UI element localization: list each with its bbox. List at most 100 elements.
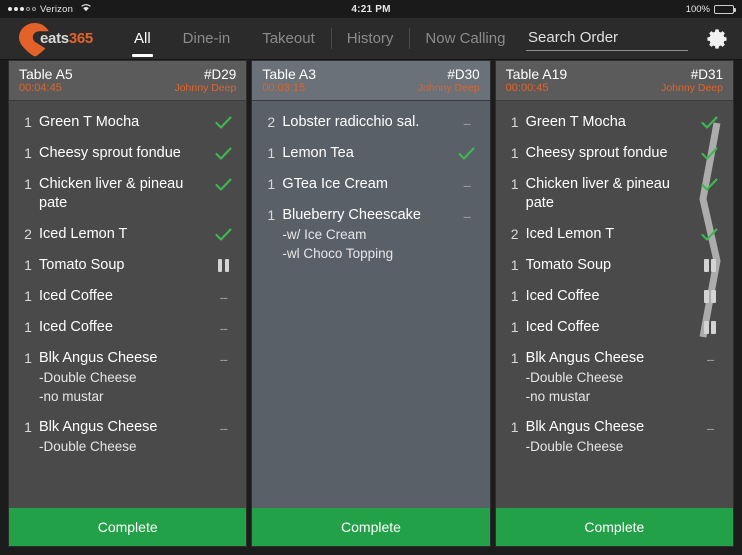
eats365-logo: eats365 <box>0 21 118 57</box>
item-status[interactable]: -- <box>210 349 236 366</box>
order-item-row[interactable]: 1 Iced Coffee -- <box>9 312 246 343</box>
complete-button[interactable]: Complete <box>252 508 490 546</box>
item-names: Lobster radicchio sal. <box>282 113 453 132</box>
item-names: Iced Coffee <box>526 318 697 337</box>
item-status[interactable] <box>697 287 723 303</box>
ticket-item-list[interactable]: 1 Green T Mocha 1 Cheesy sprout fondue 1 Chic… <box>496 101 733 508</box>
clock: 4:21 PM <box>351 3 391 15</box>
item-names: Lemon Tea <box>282 144 453 163</box>
order-item-row[interactable]: 1 Blk Angus Cheese -Double Cheese -no musta… <box>496 343 733 412</box>
item-name: Cheesy sprout fondue <box>525 145 668 161</box>
item-status[interactable]: -- <box>210 287 236 304</box>
app-screen: Verizon 4:21 PM 100% eats365 All Dine-in <box>0 0 742 555</box>
item-names: Chicken liver & pineau pate <box>526 175 697 213</box>
order-item-row[interactable]: 1 Green T Mocha <box>496 107 733 138</box>
item-status[interactable] <box>210 256 236 272</box>
item-status[interactable] <box>697 318 723 334</box>
pending-dash-icon: -- <box>462 177 471 193</box>
item-status[interactable] <box>697 113 723 130</box>
item-name: Iced Lemon T <box>39 226 128 242</box>
check-icon <box>215 147 232 160</box>
order-item-row[interactable]: 1 Iced Coffee -- <box>9 281 246 312</box>
check-icon <box>701 228 719 241</box>
tab-takeout[interactable]: Takeout <box>246 18 331 59</box>
item-names: Blk Angus Cheese -Double Cheese <box>39 418 210 456</box>
item-name: Lemon Tea <box>282 145 354 161</box>
item-status[interactable]: -- <box>697 349 723 366</box>
item-modifier: -wl Choco Topping <box>282 246 394 261</box>
item-quantity: 1 <box>510 176 519 192</box>
order-item-row[interactable]: 2 Lobster radicchio sal. -- <box>252 107 489 138</box>
pending-dash-icon: -- <box>219 289 228 305</box>
ticket-footer: Complete <box>252 508 490 546</box>
ticket-item-list[interactable]: 2 Lobster radicchio sal. -- 1 Lemon Tea 1 GTea… <box>252 101 489 508</box>
order-item-row[interactable]: 1 Cheesy sprout fondue <box>496 138 733 169</box>
order-item-row[interactable]: 1 Iced Coffee <box>496 281 733 312</box>
order-item-row[interactable]: 1 Cheesy sprout fondue <box>9 138 246 169</box>
order-tickets-board: Table A5 #D29 00:04:45 Johnny Deep 1 Gree… <box>0 60 742 555</box>
item-status[interactable] <box>697 225 723 242</box>
complete-button[interactable]: Complete <box>9 508 247 546</box>
order-item-row[interactable]: 1 Blueberry Cheescake -w/ Ice Cream -wl Cho… <box>252 200 489 269</box>
item-status[interactable]: -- <box>210 318 236 335</box>
order-item-row[interactable]: 1 Chicken liver & pineau pate <box>496 169 733 219</box>
item-status[interactable] <box>210 113 236 130</box>
pending-dash-icon: -- <box>462 115 471 131</box>
gear-icon[interactable] <box>706 27 730 51</box>
battery-percent-label: 100% <box>685 3 711 15</box>
order-item-row[interactable]: 2 Iced Lemon T <box>496 219 733 250</box>
tab-dine-in[interactable]: Dine-in <box>167 18 247 59</box>
order-item-row[interactable]: 1 Green T Mocha <box>9 107 246 138</box>
order-item-row[interactable]: 2 Iced Lemon T <box>9 219 246 250</box>
ticket-server-name: Johnny Deep <box>661 82 723 94</box>
item-name: Blk Angus Cheese <box>39 419 158 435</box>
top-navigation-bar: eats365 All Dine-in Takeout History Now … <box>0 18 742 60</box>
tab-history[interactable]: History <box>330 18 410 59</box>
tab-now-calling[interactable]: Now Calling <box>409 18 521 59</box>
order-item-row[interactable]: 1 Tomato Soup <box>496 250 733 281</box>
order-item-row[interactable]: 1 Iced Coffee <box>496 312 733 343</box>
order-ticket[interactable]: Table A3 #D30 00:03:15 Johnny Deep 2 Lobs… <box>251 60 491 547</box>
order-item-row[interactable]: 1 Blk Angus Cheese -Double Cheese -- <box>9 412 246 462</box>
item-status[interactable] <box>697 175 723 192</box>
check-icon <box>701 116 719 129</box>
item-status[interactable]: -- <box>454 175 480 192</box>
order-item-row[interactable]: 1 Tomato Soup <box>9 250 246 281</box>
order-item-row[interactable]: 1 GTea Ice Cream -- <box>252 169 489 200</box>
order-item-row[interactable]: 1 Blk Angus Cheese -Double Cheese -no musta… <box>9 343 246 412</box>
item-status[interactable]: -- <box>454 206 480 223</box>
item-name: Cheesy sprout fondue <box>39 145 181 161</box>
item-name: Tomato Soup <box>525 257 612 273</box>
order-ticket[interactable]: Table A19 #D31 00:00:45 Johnny Deep 1 Gre… <box>494 60 734 547</box>
search-input[interactable] <box>526 26 688 51</box>
order-item-row[interactable]: 1 Blk Angus Cheese -Double Cheese -- <box>496 412 733 462</box>
item-name: GTea Ice Cream <box>282 176 388 192</box>
item-names: Green T Mocha <box>39 113 210 132</box>
item-names: Blk Angus Cheese -Double Cheese <box>526 418 697 456</box>
item-status[interactable] <box>210 144 236 161</box>
complete-button[interactable]: Complete <box>495 508 733 546</box>
order-item-row[interactable]: 1 Chicken liver & pineau pate <box>9 169 246 219</box>
tab-all[interactable]: All <box>118 18 167 59</box>
pending-dash-icon: -- <box>706 420 714 436</box>
item-status[interactable]: -- <box>697 418 723 435</box>
item-names: Tomato Soup <box>526 256 697 275</box>
item-quantity: 1 <box>24 288 32 304</box>
item-status[interactable] <box>697 256 723 272</box>
ticket-item-list[interactable]: 1 Green T Mocha 1 Cheesy sprout fondue 1 Chic… <box>9 101 246 508</box>
item-status[interactable] <box>454 144 480 161</box>
carrier-label: Verizon <box>40 3 74 15</box>
item-name: Blk Angus Cheese <box>39 350 158 366</box>
item-quantity: 2 <box>510 226 519 242</box>
order-item-row[interactable]: 1 Lemon Tea <box>252 138 489 169</box>
item-name: Blk Angus Cheese <box>525 419 645 435</box>
item-status[interactable]: -- <box>210 418 236 435</box>
item-name: Green T Mocha <box>39 114 140 130</box>
item-status[interactable] <box>210 225 236 242</box>
order-ticket[interactable]: Table A5 #D29 00:04:45 Johnny Deep 1 Gree… <box>8 60 248 547</box>
item-status[interactable]: -- <box>454 113 480 130</box>
ticket-server-name: Johnny Deep <box>174 82 237 94</box>
item-status[interactable] <box>210 175 236 192</box>
item-status[interactable] <box>697 144 723 161</box>
item-names: Iced Lemon T <box>526 225 697 244</box>
